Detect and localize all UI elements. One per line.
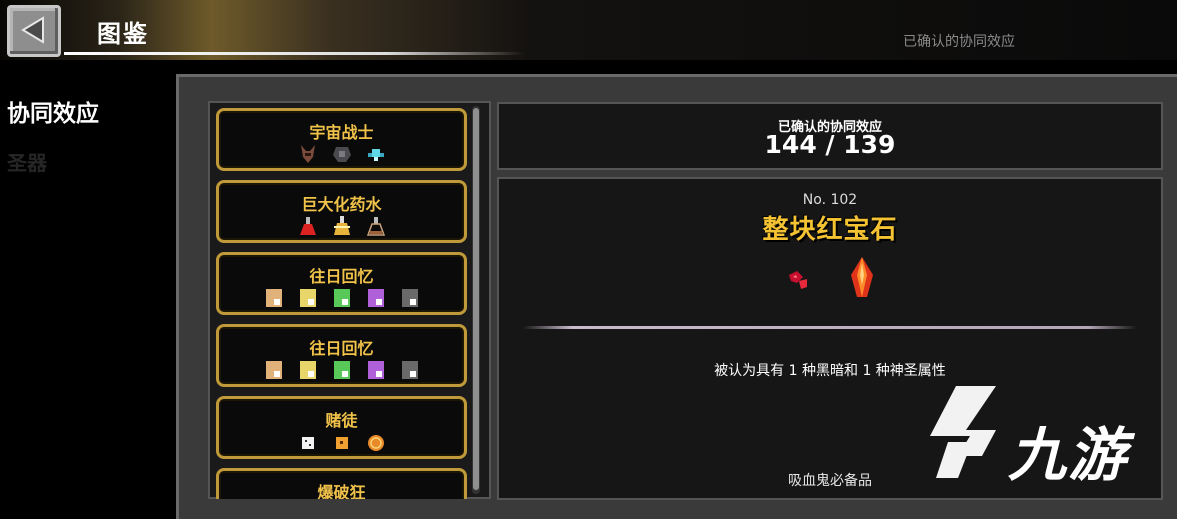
item-number: No. 102	[802, 192, 858, 208]
green-memory-card-icon	[333, 289, 350, 307]
sidebar-item-synergy[interactable]: 协同效应	[7, 94, 99, 128]
synergy-summary: 已确认的协同效应 144 / 139	[497, 102, 1163, 170]
scrollbar-thumb[interactable]	[473, 108, 479, 490]
purple-memory-card-icon	[367, 289, 384, 307]
page-title: 图鉴	[97, 20, 149, 48]
synergy-card[interactable]: 往日回忆	[216, 252, 467, 315]
white-dice-icon	[301, 437, 314, 449]
item-description: 被认为具有 1 种黑暗和 1 种神圣属性	[714, 363, 946, 379]
empty-flask-icon	[366, 217, 385, 236]
gray-memory-card-icon	[401, 361, 418, 379]
red-gem-shards-icon	[789, 271, 807, 289]
synergy-card-name: 往日回忆	[309, 267, 374, 286]
item-name: 整块红宝石	[762, 215, 898, 245]
dark-armor-icon	[332, 147, 351, 162]
demon-helmet-icon	[300, 145, 315, 163]
cyan-spaceship-icon	[367, 149, 384, 161]
synergy-card[interactable]: 巨大化药水	[216, 180, 467, 243]
ghost-confirmed-label: 已确认的协同效应	[903, 34, 1015, 50]
synergy-card-name: 宇宙战士	[309, 123, 374, 142]
orange-dice-icon	[335, 437, 348, 449]
synergy-card-name: 巨大化药水	[301, 195, 382, 214]
green-memory-card-icon	[333, 361, 350, 379]
list-bottom-mask	[208, 499, 491, 519]
sidebar-item-relics[interactable]: 圣器	[7, 147, 47, 176]
yellow-memory-card-icon	[299, 361, 316, 379]
synergy-card[interactable]: 往日回忆	[216, 324, 467, 387]
top-bar	[0, 0, 1177, 60]
purple-memory-card-icon	[367, 361, 384, 379]
yellow-memory-card-icon	[299, 289, 316, 307]
tan-memory-card-icon	[265, 361, 282, 379]
watermark-text: 九游	[1008, 421, 1129, 489]
confirmed-synergy-count: 144 / 139	[764, 130, 896, 159]
title-underline	[64, 52, 524, 55]
back-arrow-icon	[21, 16, 44, 44]
ruby-crystal-icon	[851, 257, 873, 297]
tan-memory-card-icon	[265, 289, 282, 307]
synergy-card-name: 往日回忆	[309, 339, 374, 358]
synergy-card[interactable]: 赌徒	[216, 396, 467, 459]
gray-memory-card-icon	[401, 289, 418, 307]
gold-coin-icon	[367, 435, 384, 451]
synergy-card-name: 赌徒	[325, 411, 358, 430]
red-potion-icon	[299, 217, 316, 235]
detail-divider	[523, 326, 1137, 329]
yellow-potion-icon	[333, 216, 350, 235]
synergy-card[interactable]: 宇宙战士	[216, 108, 467, 171]
back-button[interactable]	[7, 5, 61, 57]
